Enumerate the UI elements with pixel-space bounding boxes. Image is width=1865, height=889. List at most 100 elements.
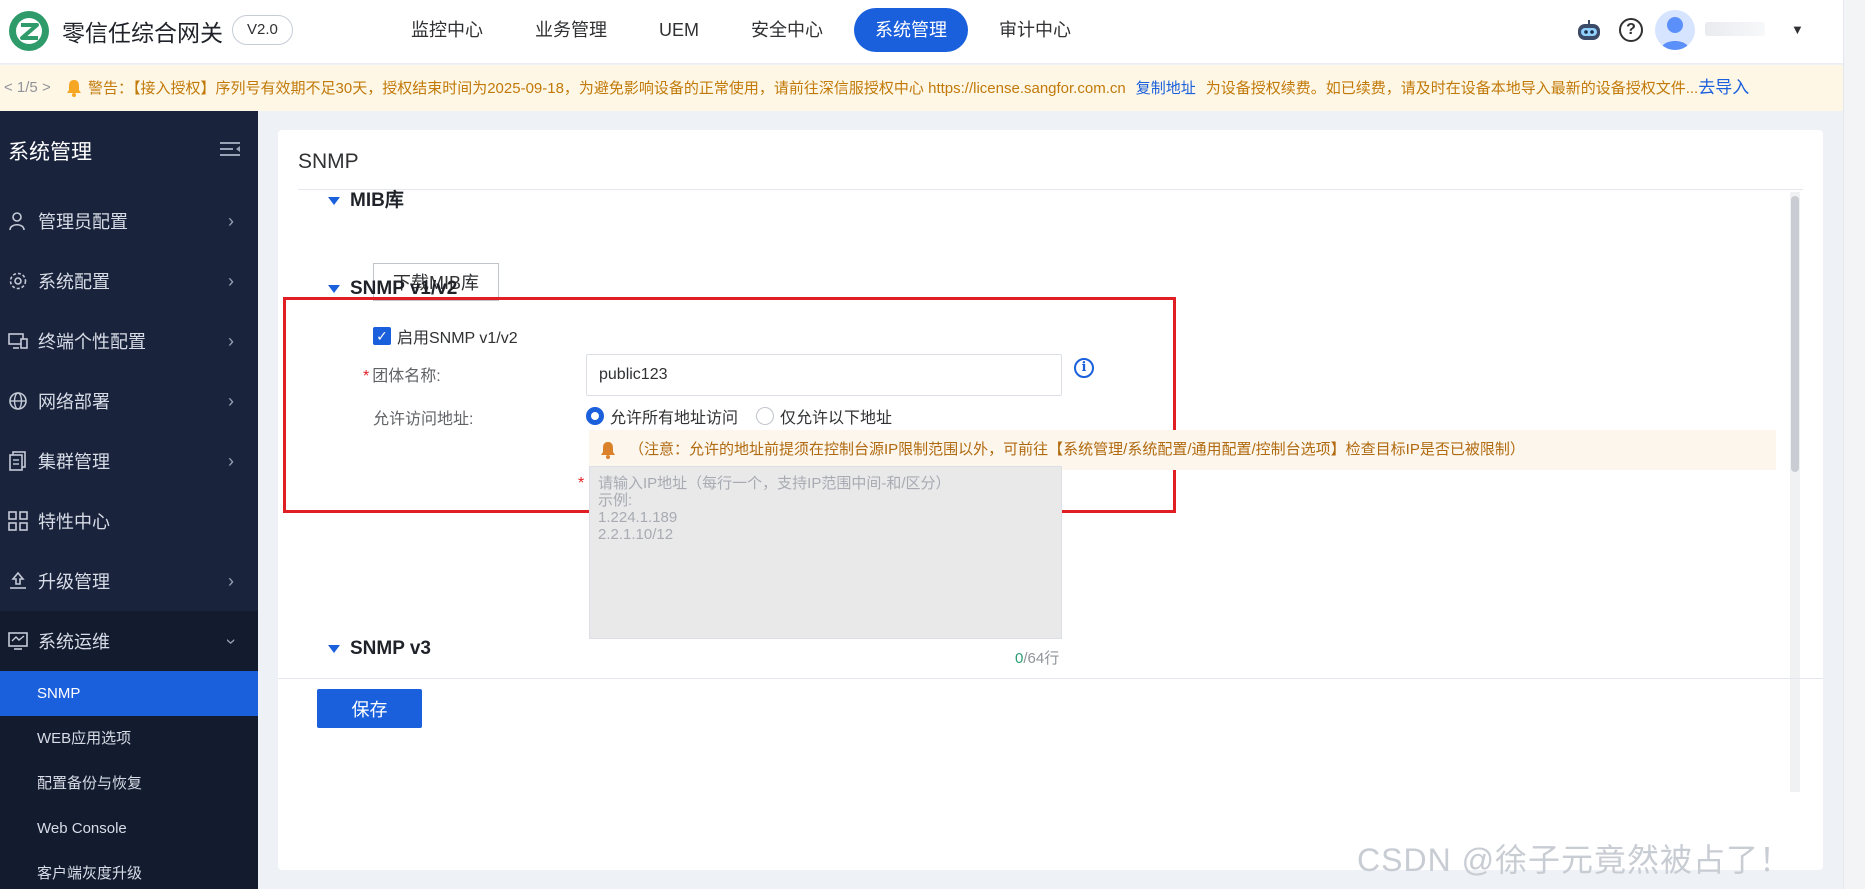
collapse-triangle-icon	[328, 196, 340, 205]
radio-allow-all[interactable]: 允许所有地址访问	[586, 404, 738, 428]
sidebar-item-label: 集群管理	[38, 452, 110, 472]
chevron-right-icon: ›	[228, 271, 234, 291]
nav-audit-center[interactable]: 审计中心	[978, 8, 1092, 52]
sidebar-item-feature-center[interactable]: 特性中心	[0, 491, 258, 551]
nav-uem[interactable]: UEM	[638, 8, 720, 52]
info-icon[interactable]: i	[1074, 358, 1094, 378]
watermark: CSDN @徐子元竟然被占了！	[1357, 842, 1793, 878]
ops-monitor-icon	[8, 632, 28, 650]
access-note: （注意：允许的地址前提须在控制台源IP限制范围以外，可前往【系统管理/系统配置/…	[589, 430, 1776, 470]
nav-business-management[interactable]: 业务管理	[514, 8, 628, 52]
globe-icon	[9, 392, 27, 410]
collapse-triangle-icon	[328, 644, 340, 653]
section-mib-title: MIB库	[350, 190, 404, 211]
sidebar-item-admin-config[interactable]: 管理员配置 ›	[0, 191, 258, 251]
sidebar-subitem-client-gray-upgrade[interactable]: 客户端灰度升级	[0, 851, 258, 889]
sidebar-header: 系统管理	[0, 111, 258, 191]
sidebar-subitem-snmp[interactable]: SNMP	[0, 671, 258, 716]
sidebar-item-terminal-config[interactable]: 终端个性配置 ›	[0, 311, 258, 371]
access-note-text: （注意：允许的地址前提须在控制台源IP限制范围以外，可前往【系统管理/系统配置/…	[629, 441, 1525, 458]
section-snmp-v1v2[interactable]: SNMP v1/v2	[328, 278, 457, 300]
sidebar-item-system-config[interactable]: 系统配置 ›	[0, 251, 258, 311]
required-mark: *	[363, 368, 370, 385]
section-v3-title: SNMP v3	[350, 638, 431, 659]
line-counter-suffix: /64行	[1023, 650, 1060, 667]
sidebar-item-label: 网络部署	[38, 392, 110, 412]
collapse-triangle-icon	[328, 284, 340, 293]
sidebar-item-label: 终端个性配置	[38, 332, 146, 352]
license-warning-bar: < 1/5 > 警告：【接入授权】序列号有效期不足30天，授权结束时间为2025…	[0, 65, 1843, 111]
notice-text-2: 为设备授权续费。如已续费，请及时在设备本地导入最新的设备授权文件...	[1205, 80, 1699, 97]
app-title: 零信任综合网关	[62, 20, 223, 46]
window-edge	[1843, 0, 1865, 889]
nav-monitor-center[interactable]: 监控中心	[390, 8, 504, 52]
footer-divider	[278, 678, 1823, 679]
title-divider	[298, 189, 1803, 190]
notice-prefix: 警告：	[88, 80, 134, 97]
sidebar-item-label: 管理员配置	[38, 212, 128, 232]
caret-down-icon[interactable]: ▼	[1791, 22, 1804, 37]
notice-text: 【接入授权】序列号有效期不足30天，授权结束时间为2025-09-18，为避免影…	[133, 80, 1126, 97]
chevron-right-icon: ›	[228, 451, 234, 471]
chevron-right-icon: ›	[228, 391, 234, 411]
radio-allow-listed-label: 仅允许以下地址	[780, 410, 893, 427]
radio-selected-icon[interactable]	[586, 407, 604, 425]
robot-icon[interactable]	[1575, 18, 1603, 44]
copy-address-link[interactable]: 复制地址	[1136, 80, 1196, 97]
chevron-down-icon: ›	[221, 638, 242, 645]
sidebar: 系统管理 管理员配置 › 系统配置 › 终端个性配置 › 网络部署 › 集群管理…	[0, 111, 258, 889]
user-avatar-icon	[1661, 17, 1689, 50]
top-bar: 零信任综合网关 V2.0 监控中心 业务管理 UEM 安全中心 系统管理 审计中…	[0, 0, 1865, 64]
community-name-input[interactable]: public123	[586, 354, 1062, 396]
ip-address-textarea[interactable]: 请输入IP地址（每行一个，支持IP范围中间-和/区分） 示例: 1.224.1.…	[589, 466, 1062, 639]
version-badge: V2.0	[232, 15, 293, 45]
save-button[interactable]: 保存	[317, 689, 422, 728]
sidebar-subitem-web-console[interactable]: Web Console	[0, 806, 258, 851]
notice-message: 警告：【接入授权】序列号有效期不足30天，授权结束时间为2025-09-18，为…	[88, 65, 1749, 111]
sidebar-item-upgrade[interactable]: 升级管理 ›	[0, 551, 258, 611]
section-v1v2-title: SNMP v1/v2	[350, 278, 458, 299]
grid-icon	[8, 511, 28, 531]
nav-system-management[interactable]: 系统管理	[854, 8, 968, 52]
main-nav: 监控中心 业务管理 UEM 安全中心 系统管理 审计中心	[390, 8, 1102, 52]
sidebar-title: 系统管理	[8, 141, 92, 164]
community-name-label: * 团体名称:	[363, 362, 441, 386]
radio-unselected-icon[interactable]	[756, 407, 774, 425]
admin-user-icon	[9, 212, 25, 231]
checkbox-checked-icon[interactable]: ✓	[373, 327, 391, 345]
help-icon[interactable]: ?	[1619, 18, 1643, 42]
sidebar-item-label: 系统运维	[38, 632, 110, 652]
line-counter: 0/64行	[1015, 647, 1059, 668]
allowed-address-label: 允许访问地址:	[373, 411, 474, 428]
chevron-right-icon: ›	[228, 571, 234, 591]
chevron-right-icon: ›	[228, 331, 234, 351]
sidebar-item-label: 升级管理	[38, 572, 110, 592]
enable-snmp-v1v2-checkbox[interactable]: ✓ 启用SNMP v1/v2	[373, 324, 518, 348]
sidebar-item-network-deploy[interactable]: 网络部署 ›	[0, 371, 258, 431]
required-mark: *	[578, 475, 585, 492]
bell-icon	[601, 442, 615, 459]
go-import-link[interactable]: 去导入	[1698, 78, 1749, 97]
sidebar-item-label: 特性中心	[38, 512, 110, 532]
section-snmp-v3[interactable]: SNMP v3	[328, 638, 431, 660]
radio-allow-listed[interactable]: 仅允许以下地址	[756, 404, 892, 428]
radio-allow-all-label: 允许所有地址访问	[610, 410, 739, 427]
sidebar-subitem-web-options[interactable]: WEB应用选项	[0, 716, 258, 761]
sidebar-item-cluster[interactable]: 集群管理 ›	[0, 431, 258, 491]
nav-security-center[interactable]: 安全中心	[730, 8, 844, 52]
section-mib[interactable]: MIB库	[328, 185, 404, 212]
snmp-panel: SNMP MIB库 下载MIB库 SNMP v1/v2 ✓ 启用SNMP v1/…	[278, 130, 1823, 870]
scrollbar-thumb[interactable]	[1791, 196, 1799, 472]
sidebar-item-label: 系统配置	[38, 272, 110, 292]
avatar[interactable]	[1655, 10, 1695, 50]
bell-icon	[67, 80, 81, 97]
notice-pager[interactable]: < 1/5 >	[4, 65, 51, 111]
logo-icon	[9, 11, 49, 51]
chevron-right-icon: ›	[228, 211, 234, 231]
cluster-icon	[9, 451, 26, 471]
upgrade-icon	[10, 571, 26, 589]
menu-collapse-icon[interactable]	[220, 141, 240, 157]
sidebar-item-system-ops[interactable]: 系统运维 ›	[0, 611, 258, 671]
sidebar-subitem-backup-restore[interactable]: 配置备份与恢复	[0, 761, 258, 806]
enable-label: 启用SNMP v1/v2	[397, 330, 518, 347]
